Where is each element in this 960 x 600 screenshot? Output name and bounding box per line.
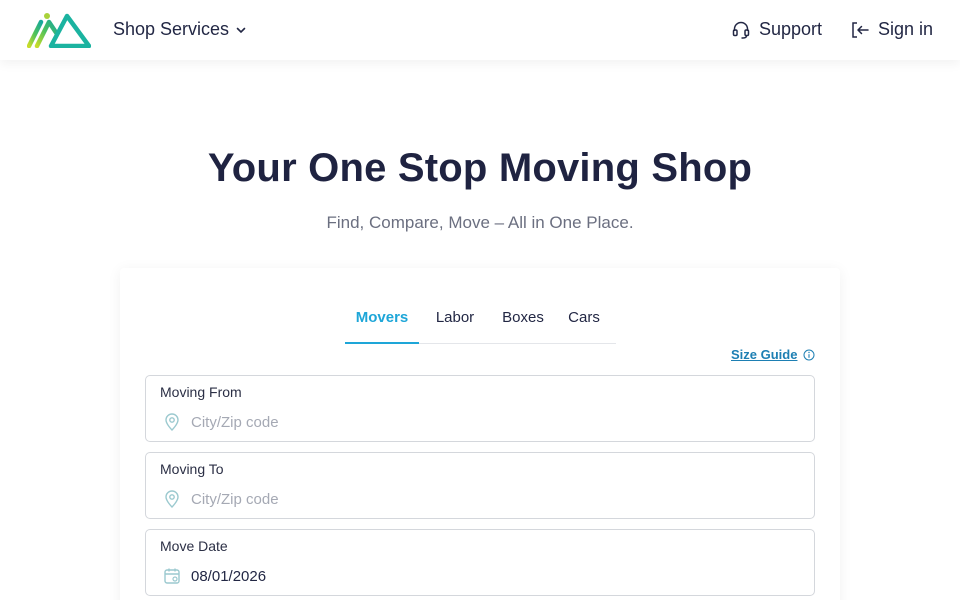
headset-icon xyxy=(732,21,750,39)
moving-from-label: Moving From xyxy=(160,384,242,400)
sign-in-label: Sign in xyxy=(878,19,934,39)
move-date-input[interactable] xyxy=(191,564,791,588)
tab-boxes[interactable]: Boxes xyxy=(491,300,555,344)
calendar-icon xyxy=(164,568,180,584)
size-guide-link[interactable]: Size Guide xyxy=(731,347,797,362)
chevron-down-icon xyxy=(236,27,246,33)
shop-services-menu[interactable]: Shop Services xyxy=(113,19,247,40)
sign-in-link[interactable]: Sign in xyxy=(850,19,933,40)
page-subtitle: Find, Compare, Move – All in One Place. xyxy=(326,213,634,232)
size-guide: Size Guide xyxy=(731,347,815,362)
tab-cars[interactable]: Cars xyxy=(555,300,613,344)
move-date-label: Move Date xyxy=(160,538,228,554)
tab-movers[interactable]: Movers xyxy=(345,300,419,344)
moving-from-input[interactable] xyxy=(191,410,791,434)
moving-to-input[interactable] xyxy=(191,487,791,511)
mountain-logo-icon[interactable] xyxy=(27,12,91,48)
moving-to-label: Moving To xyxy=(160,461,224,477)
location-pin-icon xyxy=(165,490,179,508)
move-date-field[interactable]: Move Date xyxy=(145,529,815,596)
tab-labor[interactable]: Labor xyxy=(419,300,491,344)
moving-to-field[interactable]: Moving To xyxy=(145,452,815,519)
moving-from-field[interactable]: Moving From xyxy=(145,375,815,442)
shop-services-label: Shop Services xyxy=(113,19,230,39)
location-pin-icon xyxy=(165,413,179,431)
sign-in-icon xyxy=(852,21,869,38)
info-icon[interactable] xyxy=(803,349,815,361)
support-link[interactable]: Support xyxy=(731,19,822,40)
page-title: Your One Stop Moving Shop xyxy=(207,146,753,190)
service-tabs: Movers Labor Boxes Cars xyxy=(345,300,616,344)
support-label: Support xyxy=(759,19,823,39)
top-nav-bar: Shop Services Support Sign in xyxy=(0,0,960,60)
